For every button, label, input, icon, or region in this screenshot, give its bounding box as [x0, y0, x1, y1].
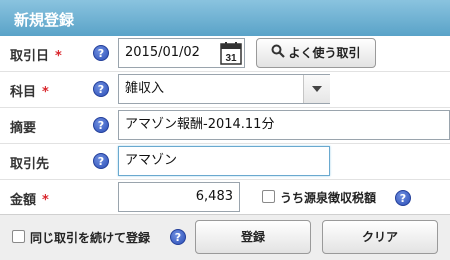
row-divider	[0, 179, 450, 180]
date-value: 2015/01/02	[125, 45, 200, 60]
register-button[interactable]: 登録	[195, 220, 311, 254]
partner-label-text: 取引先	[10, 157, 50, 172]
account-select[interactable]: 雑収入	[118, 74, 330, 104]
date-help-icon[interactable]: ?	[93, 45, 109, 61]
account-required-mark: *	[42, 85, 49, 100]
continue-help-icon[interactable]: ?	[170, 229, 186, 245]
chevron-down-icon[interactable]	[303, 75, 330, 103]
amount-label: 金額 *	[10, 189, 49, 208]
calendar-day: 31	[225, 53, 237, 64]
calendar-icon[interactable]: 31	[220, 41, 242, 65]
account-value: 雑収入	[125, 81, 165, 96]
partner-value: アマゾン	[125, 153, 178, 168]
amount-label-text: 金額	[10, 193, 37, 208]
date-required-mark: *	[55, 49, 62, 64]
partner-input[interactable]: アマゾン	[118, 146, 330, 176]
memo-value: アマゾン報酬-2014.11分	[125, 117, 275, 132]
account-label-text: 科目	[10, 85, 37, 100]
dialog-title-bar: 新規登録	[0, 0, 450, 36]
memo-label: 摘要	[10, 117, 36, 136]
frequent-transactions-label: よく使う取引	[288, 46, 361, 60]
clear-button[interactable]: クリア	[322, 220, 438, 254]
memo-input[interactable]: アマゾン報酬-2014.11分	[118, 110, 450, 140]
partner-help-icon[interactable]: ?	[93, 153, 109, 169]
partner-label: 取引先	[10, 153, 49, 172]
continue-register-checkbox[interactable]	[12, 230, 25, 243]
frequent-transactions-button[interactable]: よく使う取引	[256, 38, 376, 68]
account-label: 科目 *	[10, 81, 49, 100]
account-help-icon[interactable]: ?	[93, 81, 109, 97]
date-label-text: 取引日	[10, 49, 50, 64]
row-divider	[0, 71, 450, 72]
amount-value: 6,483	[195, 189, 233, 204]
withholding-label: うち源泉徴収税額	[280, 191, 377, 205]
amount-required-mark: *	[42, 193, 49, 208]
date-label: 取引日 *	[10, 45, 62, 64]
amount-input[interactable]: 6,483	[118, 182, 240, 212]
withholding-help-icon[interactable]: ?	[395, 190, 411, 206]
withholding-checkbox[interactable]	[262, 190, 275, 203]
continue-register-label: 同じ取引を続けて登録	[30, 231, 151, 245]
memo-label-text: 摘要	[10, 121, 37, 136]
row-divider	[0, 143, 450, 144]
memo-help-icon[interactable]: ?	[93, 117, 109, 133]
search-icon	[271, 40, 286, 68]
dialog-title: 新規登録	[14, 11, 75, 29]
row-divider	[0, 107, 450, 108]
